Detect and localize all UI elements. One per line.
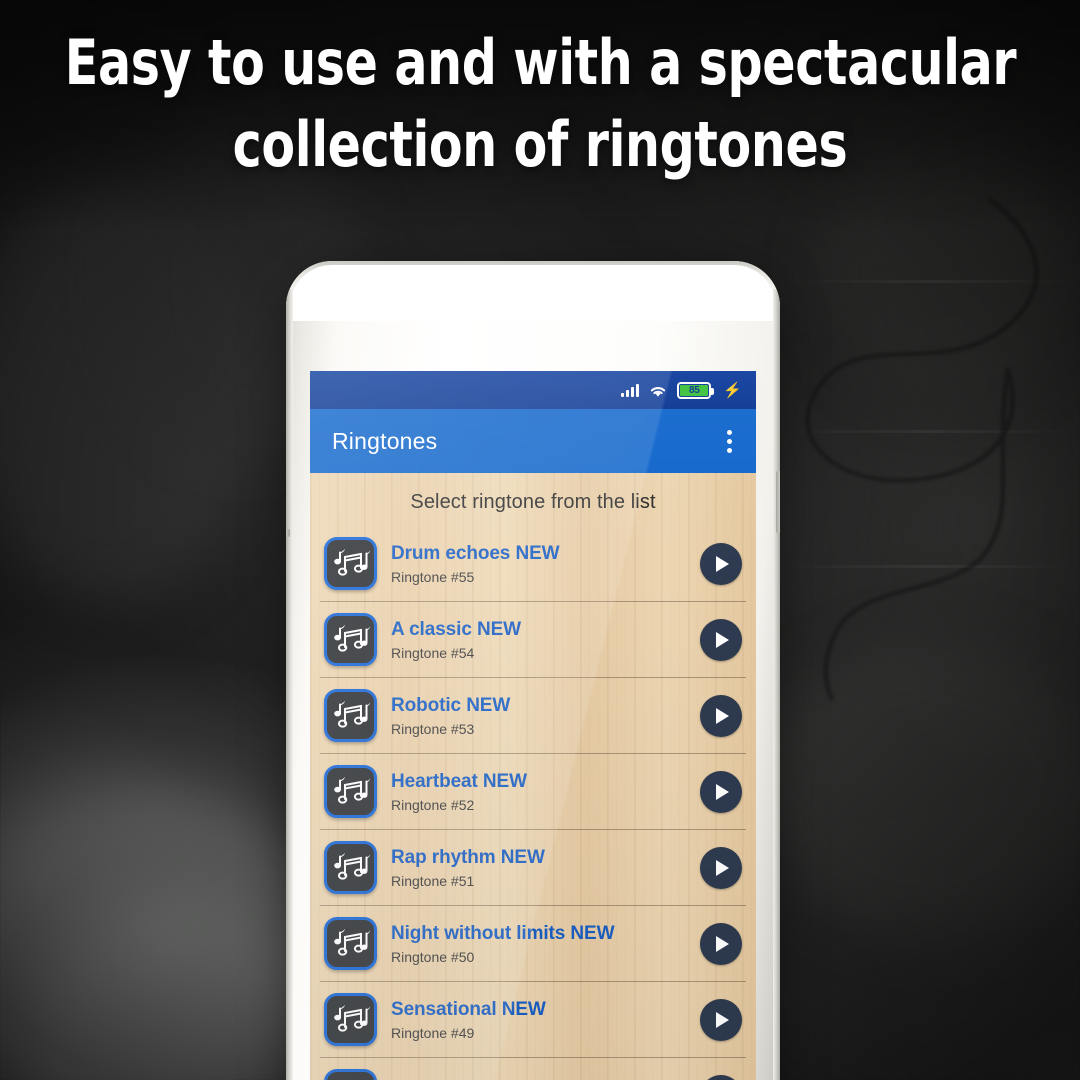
ringtone-subtitle: Ringtone #51 <box>391 872 475 889</box>
ringtone-name: Sensational NEW <box>391 998 546 1020</box>
play-icon[interactable] <box>700 694 742 737</box>
play-icon[interactable] <box>700 922 742 965</box>
content-sheet: Select ringtone from the list Drum echoe… <box>310 473 756 1080</box>
music-note-icon <box>324 613 377 666</box>
ringtone-subtitle: Ringtone #52 <box>391 796 475 813</box>
list-item-text: Drum echoes NEW Ringtone #55 <box>377 542 700 586</box>
phone-body: 85 ⚡ Ringtones Select ringtone from the … <box>286 261 780 1080</box>
ringtone-name: A classic NEW <box>391 618 521 640</box>
phone-rim-left <box>286 289 293 1080</box>
ringtone-name: Night without limits NEW <box>391 922 615 944</box>
ringtone-subtitle: Ringtone #55 <box>391 568 475 585</box>
list-item[interactable]: A classic NEW Ringtone #54 <box>320 602 746 678</box>
phone-top-bezel <box>286 261 780 321</box>
play-icon[interactable] <box>700 542 742 585</box>
phone-mockup: 85 ⚡ Ringtones Select ringtone from the … <box>286 261 780 1080</box>
ringtone-name: Rap rhythm NEW <box>391 846 545 868</box>
battery-level: 85 <box>680 384 709 396</box>
ringtone-list: Drum echoes NEW Ringtone #55 A classic N… <box>310 526 756 1080</box>
list-item[interactable]: Robotic NEW Ringtone #53 <box>320 678 746 754</box>
list-item-text: Robotic NEW Ringtone #53 <box>377 694 700 738</box>
list-item-text: Sensational NEW Ringtone #49 <box>377 998 700 1042</box>
list-item[interactable]: Drum echoes NEW Ringtone #55 <box>320 526 746 602</box>
music-note-icon <box>324 689 377 742</box>
list-item-text: Night without limits NEW Ringtone #50 <box>377 922 700 966</box>
list-item[interactable]: Rap rhythm NEW Ringtone #51 <box>320 830 746 906</box>
app-bar: Ringtones <box>310 409 756 473</box>
music-note-icon <box>324 537 377 590</box>
signal-bars-icon <box>621 383 640 397</box>
ringtone-name: Heartbeat NEW <box>391 770 527 792</box>
app-title: Ringtones <box>332 427 438 454</box>
play-icon[interactable] <box>700 998 742 1041</box>
music-note-icon <box>324 841 377 894</box>
promo-stage: Easy to use and with a spectacular colle… <box>0 0 1080 1080</box>
list-item[interactable] <box>320 1058 746 1080</box>
list-header: Select ringtone from the list <box>410 491 656 513</box>
play-icon[interactable] <box>700 618 742 661</box>
page-title: Easy to use and with a spectacular colle… <box>64 22 1017 186</box>
play-icon[interactable] <box>700 770 742 813</box>
list-item-text: Heartbeat NEW Ringtone #52 <box>377 770 700 814</box>
phone-rim-right <box>773 289 780 1080</box>
ringtone-name: Robotic NEW <box>391 694 511 716</box>
music-note-icon <box>324 1069 377 1080</box>
list-item[interactable]: Heartbeat NEW Ringtone #52 <box>320 754 746 830</box>
kebab-menu-icon[interactable] <box>716 424 742 458</box>
list-item[interactable]: Night without limits NEW Ringtone #50 <box>320 906 746 982</box>
list-item[interactable]: Sensational NEW Ringtone #49 <box>320 982 746 1058</box>
status-bar: 85 ⚡ <box>310 371 756 409</box>
ringtone-subtitle: Ringtone #49 <box>391 1024 475 1041</box>
wifi-icon <box>648 383 668 398</box>
music-note-icon <box>324 917 377 970</box>
list-item-text: Rap rhythm NEW Ringtone #51 <box>377 846 700 890</box>
volume-button[interactable] <box>286 529 290 537</box>
headline-line-1: Easy to use and with a spectacular <box>64 26 1017 99</box>
play-icon[interactable] <box>700 1074 742 1080</box>
phone-screen: 85 ⚡ Ringtones Select ringtone from the … <box>310 371 756 1080</box>
music-note-icon <box>324 993 377 1046</box>
ringtone-subtitle: Ringtone #53 <box>391 720 475 737</box>
music-note-icon <box>324 765 377 818</box>
ringtone-subtitle: Ringtone #50 <box>391 948 475 965</box>
play-icon[interactable] <box>700 846 742 889</box>
ringtone-name: Drum echoes NEW <box>391 542 560 564</box>
ringtone-subtitle: Ringtone #54 <box>391 644 475 661</box>
headline-line-2: collection of ringtones <box>232 108 848 181</box>
list-item-text: A classic NEW Ringtone #54 <box>377 618 700 662</box>
battery-icon: 85 <box>677 381 715 399</box>
lightning-bolt-icon: ⚡ <box>723 381 742 399</box>
power-button[interactable] <box>776 471 780 533</box>
